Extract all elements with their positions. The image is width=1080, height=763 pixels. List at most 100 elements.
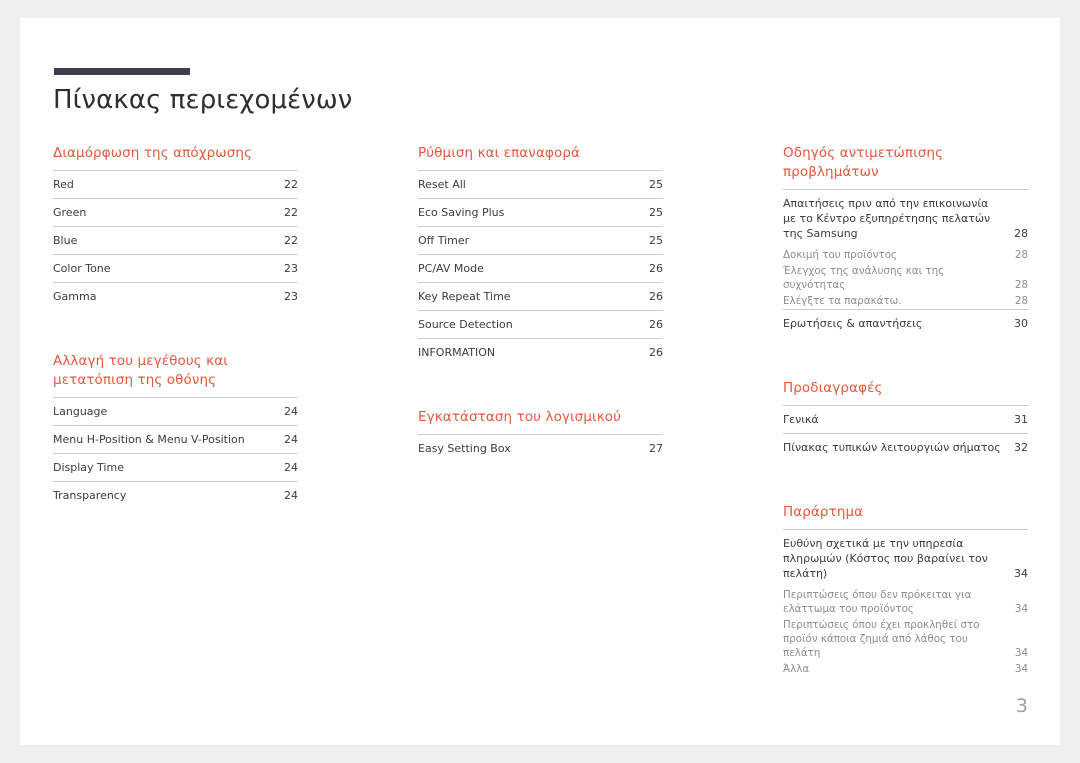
toc-entry-list: Easy Setting Box 27	[418, 434, 663, 462]
toc-entry-page: 24	[284, 433, 298, 446]
toc-entry[interactable]: Off Timer 25	[418, 226, 663, 254]
toc-entry[interactable]: Blue 22	[53, 226, 298, 254]
toc-entry[interactable]: Transparency 24	[53, 481, 298, 509]
toc-entry-label: Gamma	[53, 290, 97, 303]
toc-entry-page: 26	[649, 318, 663, 331]
column-gutter-2	[663, 144, 783, 677]
toc-entry-page: 25	[649, 206, 663, 219]
toc-entry-label: Ευθύνη σχετικά με την υπηρεσία πληρωμών …	[783, 537, 988, 580]
toc-entry[interactable]: Color Tone 23	[53, 254, 298, 282]
toc-entry[interactable]: Green 22	[53, 198, 298, 226]
toc-column-1: Διαμόρφωση της απόχρωσης Red 22 Green 22 Blue…	[53, 144, 298, 677]
section-heading[interactable]: Εγκατάσταση του λογισμικού	[418, 408, 663, 427]
section-heading[interactable]: Παράρτημα	[783, 503, 1028, 522]
toc-entry-page: 28	[1014, 227, 1028, 240]
toc-entry-page: 34	[1014, 603, 1028, 615]
toc-entry-label: Περιπτώσεις όπου δεν πρόκειται για ελάττ…	[783, 589, 972, 615]
toc-entry-page: 26	[649, 262, 663, 275]
toc-entry-list: Ευθύνη σχετικά με την υπηρεσία πληρωμών …	[783, 529, 1028, 677]
toc-entry-page: 26	[649, 346, 663, 359]
toc-entry[interactable]: Περιπτώσεις όπου δεν πρόκειται για ελάττ…	[783, 587, 1028, 617]
section-heading[interactable]: Αλλαγή του μεγέθους και μετατόπιση της ο…	[53, 352, 298, 390]
toc-entry-page: 24	[284, 461, 298, 474]
toc-entry[interactable]: Δοκιμή του προϊόντος 28	[783, 247, 1028, 263]
toc-entry-page: 22	[284, 178, 298, 191]
toc-entry-label: Eco Saving Plus	[418, 206, 505, 219]
toc-entry-label: Άλλα	[783, 663, 810, 675]
section-heading[interactable]: Ρύθμιση και επαναφορά	[418, 144, 663, 163]
toc-entry-page: 26	[649, 290, 663, 303]
toc-entry-page: 22	[284, 206, 298, 219]
toc-entry[interactable]: INFORMATION 26	[418, 338, 663, 366]
toc-entry[interactable]: Πίνακας τυπικών λειτουργιών σήματος 32	[783, 433, 1028, 461]
document-page: Πίνακας περιεχομένων Διαμόρφωση της απόχ…	[20, 18, 1060, 745]
toc-entry-label: Language	[53, 405, 108, 418]
toc-entry[interactable]: Ερωτήσεις & απαντήσεις 30	[783, 309, 1028, 337]
toc-section: Ρύθμιση και επαναφορά Reset All 25 Eco Savi…	[418, 144, 663, 366]
toc-entry[interactable]: Gamma 23	[53, 282, 298, 310]
toc-entry-label: Ελέγξτε τα παρακάτω.	[783, 295, 902, 307]
toc-entry-label: Key Repeat Time	[418, 290, 511, 303]
toc-entry-label: Reset All	[418, 178, 466, 191]
toc-entry[interactable]: Language 24	[53, 397, 298, 425]
toc-entry[interactable]: Easy Setting Box 27	[418, 434, 663, 462]
toc-section: Αλλαγή του μεγέθους και μετατόπιση της ο…	[53, 352, 298, 509]
toc-entry-label: Blue	[53, 234, 78, 247]
toc-columns: Διαμόρφωση της απόχρωσης Red 22 Green 22 Blue…	[53, 144, 1028, 677]
toc-entry[interactable]: Menu H-Position & Menu V-Position 24	[53, 425, 298, 453]
toc-entry-page: 28	[1014, 295, 1028, 307]
toc-entry[interactable]: Απαιτήσεις πριν από την επικοινωνία με τ…	[783, 189, 1028, 247]
toc-entry[interactable]: Eco Saving Plus 25	[418, 198, 663, 226]
toc-entry[interactable]: Γενικά 31	[783, 405, 1028, 433]
toc-entry-page: 34	[1014, 647, 1028, 659]
toc-entry[interactable]: Display Time 24	[53, 453, 298, 481]
toc-section: Προδιαγραφές Γενικά 31 Πίνακας τυπικών λειτ…	[783, 379, 1028, 461]
toc-entry-label: Απαιτήσεις πριν από την επικοινωνία με τ…	[783, 197, 991, 240]
toc-entry[interactable]: Περιπτώσεις όπου έχει προκληθεί στο προϊ…	[783, 617, 1028, 661]
toc-entry-label: PC/AV Mode	[418, 262, 484, 275]
toc-entry-page: 23	[284, 262, 298, 275]
toc-entry-label: Menu H-Position & Menu V-Position	[53, 433, 245, 446]
toc-entry[interactable]: PC/AV Mode 26	[418, 254, 663, 282]
toc-section: Διαμόρφωση της απόχρωσης Red 22 Green 22 Blue…	[53, 144, 298, 310]
toc-entry[interactable]: Red 22	[53, 170, 298, 198]
toc-entry-page: 28	[1014, 279, 1028, 291]
title-rule	[54, 68, 190, 75]
page-title: Πίνακας περιεχομένων	[53, 85, 353, 115]
toc-entry-label: Transparency	[53, 489, 127, 502]
toc-entry-label: Color Tone	[53, 262, 111, 275]
toc-entry-page: 27	[649, 442, 663, 455]
toc-entry-label: Ερωτήσεις & απαντήσεις	[783, 317, 923, 330]
toc-entry-page: 32	[1014, 441, 1028, 454]
toc-entry[interactable]: Ευθύνη σχετικά με την υπηρεσία πληρωμών …	[783, 529, 1028, 587]
toc-section: Παράρτημα Ευθύνη σχετικά με την υπηρεσία …	[783, 503, 1028, 677]
toc-entry[interactable]: Ελέγξτε τα παρακάτω. 28	[783, 293, 1028, 309]
toc-entry-list: Reset All 25 Eco Saving Plus 25 Off Timer 25 P…	[418, 170, 663, 366]
section-heading[interactable]: Προδιαγραφές	[783, 379, 1028, 398]
toc-entry-page: 25	[649, 178, 663, 191]
toc-entry-page: 22	[284, 234, 298, 247]
toc-entry[interactable]: Reset All 25	[418, 170, 663, 198]
column-gutter-1	[298, 144, 418, 677]
toc-entry-page: 28	[1014, 249, 1028, 261]
toc-entry[interactable]: Key Repeat Time 26	[418, 282, 663, 310]
toc-entry-label: Green	[53, 206, 87, 219]
toc-entry-label: Γενικά	[783, 413, 819, 426]
toc-entry-list: Red 22 Green 22 Blue 22 Color Tone 23 Gamma 23	[53, 170, 298, 310]
toc-entry-label: Easy Setting Box	[418, 442, 511, 455]
toc-column-2: Ρύθμιση και επαναφορά Reset All 25 Eco Savi…	[418, 144, 663, 677]
section-heading[interactable]: Διαμόρφωση της απόχρωσης	[53, 144, 298, 163]
toc-section: Οδηγός αντιμετώπισης προβλημάτων Απαιτήσε…	[783, 144, 1028, 337]
toc-entry-label: Off Timer	[418, 234, 470, 247]
toc-entry-page: 25	[649, 234, 663, 247]
toc-entry[interactable]: Έλεγχος της ανάλυσης και της συχνότητας 2…	[783, 263, 1028, 293]
toc-entry-page: 31	[1014, 413, 1028, 426]
toc-entry-label: Source Detection	[418, 318, 513, 331]
toc-entry[interactable]: Source Detection 26	[418, 310, 663, 338]
toc-entry-page: 34	[1014, 567, 1028, 580]
section-heading[interactable]: Οδηγός αντιμετώπισης προβλημάτων	[783, 144, 1028, 182]
toc-entry[interactable]: Άλλα 34	[783, 661, 1028, 677]
